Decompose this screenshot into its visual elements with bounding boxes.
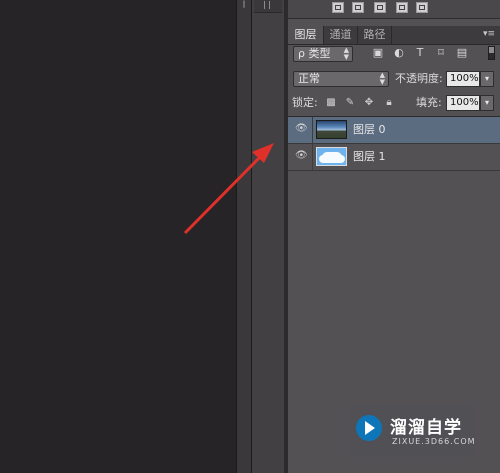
threshold-icon[interactable] — [416, 2, 428, 13]
document-canvas[interactable] — [0, 0, 236, 473]
adjustments-icon-bar — [288, 0, 500, 19]
filter-toggle-switch[interactable] — [488, 46, 495, 60]
layers-list: 👁︎ 图层 0 👁︎ 图层 1 — [288, 116, 500, 175]
image-filter-icon[interactable]: ▣ — [372, 47, 384, 59]
watermark: 溜溜自学 ZIXUE.3D66.COM — [350, 405, 475, 457]
blend-mode-value: 正常 — [298, 72, 320, 85]
collapsed-dock — [252, 0, 284, 473]
dock-header[interactable] — [254, 0, 282, 13]
tab-paths[interactable]: 路径 — [358, 26, 392, 44]
fill-input[interactable]: 100% — [446, 95, 480, 111]
row-divider — [312, 144, 313, 170]
layers-panel: 图层 通道 路径 ▾≡ ρ 类型 ▲ ▼ ▣ ◐ T ⌑ ▤ 正常 ▲ ▼ 不透明度… — [288, 0, 500, 473]
grip-icon[interactable] — [264, 1, 270, 9]
layer-row[interactable]: 👁︎ 图层 1 — [288, 144, 500, 171]
adjustment-filter-icon[interactable]: ◐ — [393, 47, 405, 59]
updown-arrows-icon: ▲ ▼ — [343, 46, 349, 61]
layer-filter-kind[interactable]: ρ 类型 ▲ ▼ — [293, 46, 353, 62]
layer-thumbnail — [316, 120, 347, 139]
lock-all-icon[interactable]: 🔒︎ — [383, 97, 395, 109]
channel-mixer-icon[interactable] — [396, 2, 408, 13]
row-divider — [312, 117, 313, 143]
layer-thumbnail — [316, 147, 347, 166]
panel-divider[interactable]: ‖ — [236, 0, 252, 473]
lock-transparent-pixels-icon[interactable]: ▩ — [325, 97, 337, 109]
shape-filter-icon[interactable]: ⌑ — [435, 47, 447, 59]
visibility-eye-icon[interactable]: 👁︎ — [295, 124, 308, 134]
fill-label: 填充: — [416, 96, 442, 109]
gradient-map-icon[interactable] — [374, 2, 386, 13]
layer-name[interactable]: 图层 0 — [353, 117, 386, 143]
panel-tabs: 图层 通道 路径 ▾≡ — [288, 26, 500, 45]
play-logo-icon — [356, 415, 382, 441]
panel-menu-icon[interactable]: ▾≡ — [483, 29, 497, 39]
lock-position-icon[interactable]: ✥ — [363, 97, 375, 109]
tab-channels[interactable]: 通道 — [324, 26, 358, 44]
visibility-eye-icon[interactable]: 👁︎ — [295, 151, 308, 161]
lock-image-pixels-icon[interactable]: ✎ — [344, 97, 356, 109]
exposure-icon[interactable] — [352, 2, 364, 13]
layer-row[interactable]: 👁︎ 图层 0 — [288, 117, 500, 144]
filter-kind-label: ρ 类型 — [298, 47, 331, 60]
blend-mode-dropdown[interactable]: 正常 ▲ ▼ — [293, 71, 389, 87]
fill-dropdown-arrow[interactable]: ▾ — [480, 95, 494, 111]
opacity-input[interactable]: 100% — [446, 71, 480, 87]
smart-object-filter-icon[interactable]: ▤ — [456, 47, 468, 59]
updown-arrows-icon: ▲ ▼ — [379, 71, 385, 86]
opacity-dropdown-arrow[interactable]: ▾ — [480, 71, 494, 87]
layer-name[interactable]: 图层 1 — [353, 144, 386, 170]
type-filter-icon[interactable]: T — [414, 47, 426, 59]
collapse-grip-icon[interactable]: ‖ — [240, 0, 248, 8]
tab-layers[interactable]: 图层 — [288, 26, 324, 44]
watermark-url: ZIXUE.3D66.COM — [392, 437, 476, 446]
watermark-title: 溜溜自学 — [390, 418, 462, 438]
lock-label: 锁定: — [292, 96, 318, 109]
curves-icon[interactable] — [332, 2, 344, 13]
opacity-label: 不透明度: — [395, 72, 443, 85]
